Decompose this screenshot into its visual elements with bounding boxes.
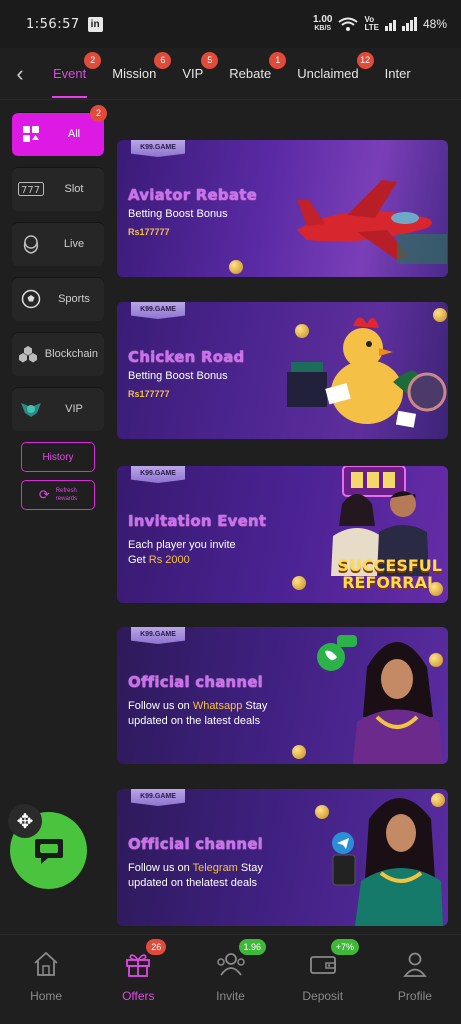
home-icon [31, 949, 61, 979]
slot-icon: 777 [18, 176, 44, 202]
coin-icon [429, 653, 443, 667]
banner-amount: Rs177777 [128, 389, 170, 399]
sidebar-item-blockchain[interactable]: Blockchain [12, 332, 104, 376]
grid-icon [18, 121, 44, 147]
nav-profile[interactable]: Profile [369, 935, 461, 1024]
blockchain-icon [18, 341, 39, 367]
banner-invitation-event[interactable]: K99.GAME Invitation Event Each player yo… [117, 466, 448, 603]
brand-tag: K99.GAME [131, 140, 185, 157]
banner-description: Follow us on Whatsapp Stay updated on th… [128, 700, 268, 727]
bottom-navigation: Home Offers 26 Invite 1.96 Deposit +7% P… [0, 934, 461, 1024]
coin-icon [315, 805, 329, 819]
banner-telegram-channel[interactable]: K99.GAME Official channel Follow us on T… [117, 789, 448, 926]
coin-icon [229, 260, 243, 274]
coin-icon [433, 308, 447, 322]
wallet-icon [308, 949, 338, 979]
coin-icon [295, 324, 309, 338]
nav-invite[interactable]: Invite 1.96 [184, 935, 276, 1024]
sidebar-item-label: VIP [65, 403, 83, 415]
banner-title: Official channel [128, 835, 264, 853]
category-tab-bar: ‹ Event 2 Mission 6 VIP 5 Rebate 1 Unclaimed… [0, 48, 461, 100]
nav-deposit[interactable]: Deposit +7% [277, 935, 369, 1024]
tab-inter[interactable]: Inter [372, 48, 424, 99]
tab-unclaimed[interactable]: Unclaimed 12 [284, 48, 374, 99]
woman-whatsapp-illustration [317, 635, 443, 764]
wifi-icon [338, 17, 359, 31]
banner-description: Each player you invite Get Rs 2000 [128, 539, 236, 566]
tab-mission[interactable]: Mission 6 [99, 48, 172, 99]
tab-rebate[interactable]: Rebate 1 [216, 48, 287, 99]
coin-icon [292, 576, 306, 590]
back-arrow-icon[interactable]: ‹ [0, 61, 40, 87]
banner-description: Follow us on Telegram Stay updated on th… [128, 862, 263, 889]
battery-level: 48% [422, 17, 447, 31]
move-handle-icon[interactable]: ✥ [8, 804, 42, 838]
nav-badge: 26 [146, 939, 167, 955]
refresh-icon: ⟳ [38, 487, 50, 502]
refresh-rewards-button[interactable]: ⟳ Refresh rewards [21, 480, 95, 510]
volte-indicator: Vo LTE [364, 15, 379, 32]
sidebar-item-label: Blockchain [44, 348, 98, 360]
sidebar-item-slot[interactable]: 777 Slot [12, 167, 104, 211]
banner-chicken-road[interactable]: K99.GAME Chicken Road Betting Boost Bonu… [117, 302, 448, 439]
banner-title: Invitation Event [128, 512, 267, 530]
banner-title: Chicken Road [128, 348, 245, 366]
coin-icon [292, 745, 306, 759]
soccer-ball-icon [18, 286, 44, 312]
brand-tag: K99.GAME [131, 466, 185, 483]
banner-subtitle: Betting Boost Bonus [128, 370, 228, 382]
sidebar-item-label: Slot [64, 183, 84, 195]
status-time: 1:56:57 [26, 16, 80, 32]
network-speed: 1.00 KB/S [312, 14, 333, 33]
sidebar-item-live[interactable]: Live [12, 222, 104, 266]
banner-subtitle: Betting Boost Bonus [128, 208, 228, 220]
successful-referral-stamp: SUCCESFUL REFORRAL [337, 556, 442, 592]
sidebar-badge: 2 [90, 105, 107, 122]
nav-badge: +7% [330, 939, 359, 955]
vip-emblem-icon [18, 396, 44, 422]
brand-tag: K99.GAME [131, 627, 185, 644]
brand-tag: K99.GAME [131, 789, 185, 806]
banner-title: Aviator Rebate [128, 186, 257, 204]
history-button[interactable]: History [21, 442, 95, 472]
dealer-icon [18, 231, 44, 257]
signal-icon-2 [401, 17, 417, 31]
signal-icon [384, 17, 396, 31]
coin-icon [431, 793, 445, 807]
sidebar-item-sports[interactable]: Sports [12, 277, 104, 321]
sidebar-item-all[interactable]: All 2 [12, 105, 107, 156]
banner-whatsapp-channel[interactable]: K99.GAME Official channel Follow us on W… [117, 627, 448, 764]
banner-amount: Rs177777 [128, 227, 170, 237]
sidebar: All 2 777 Slot Live Sports Blockchain VI… [12, 105, 107, 518]
sidebar-item-label: All [67, 128, 81, 140]
sidebar-item-label: Sports [58, 293, 90, 305]
coin-icon [429, 582, 443, 596]
brand-tag: K99.GAME [131, 302, 185, 319]
chicken-illustration [287, 317, 447, 428]
banner-title: Official channel [128, 673, 264, 691]
sidebar-item-label: Live [63, 238, 85, 250]
nav-badge: 1.96 [238, 939, 267, 955]
svg-text:777: 777 [21, 185, 40, 196]
chat-bubble-icon [34, 838, 63, 864]
tab-event[interactable]: Event 2 [40, 48, 102, 99]
nav-offers[interactable]: Offers 26 [92, 935, 184, 1024]
invite-icon [216, 949, 246, 979]
profile-icon [400, 949, 430, 979]
nav-home[interactable]: Home [0, 935, 92, 1024]
tab-vip[interactable]: VIP 5 [169, 48, 219, 99]
banner-aviator-rebate[interactable]: K99.GAME Aviator Rebate Betting Boost Bo… [117, 140, 448, 277]
status-bar: 1:56:57 in 1.00 KB/S Vo LTE 48% [0, 0, 461, 48]
linkedin-icon: in [87, 16, 103, 32]
sidebar-item-vip[interactable]: VIP [12, 387, 104, 431]
airplane-illustration [297, 180, 447, 264]
